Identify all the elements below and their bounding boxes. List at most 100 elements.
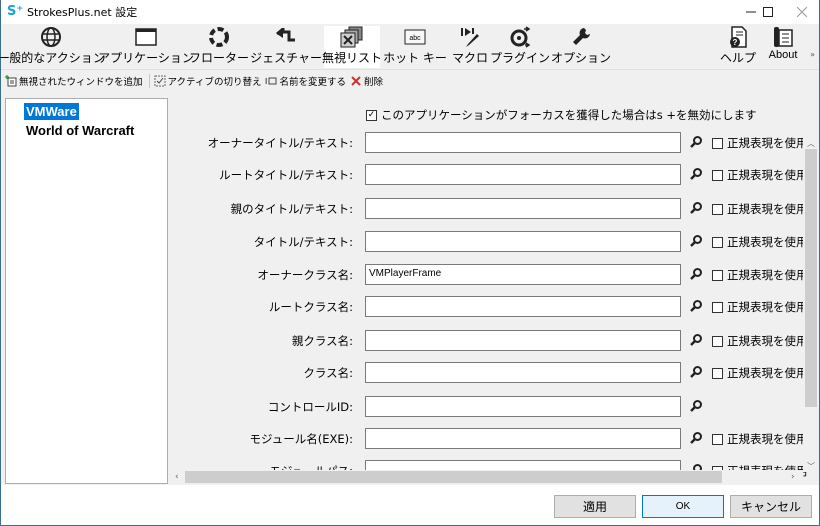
use-regex-checkbox[interactable]: 正規表現を使用 (712, 333, 808, 349)
scroll-left-arrow-icon[interactable]: ‹ (175, 470, 179, 484)
field-input[interactable] (365, 362, 681, 383)
regex-label: 正規表現を使用 (727, 136, 808, 150)
ribbon-hotkeys[interactable]: abc ホット キー (383, 26, 447, 68)
checkbox-unchecked-icon (712, 433, 723, 445)
ribbon-label: アプリケーション (98, 51, 194, 65)
field-label: オーナークラス名: (257, 268, 353, 282)
checkbox-unchecked-icon (712, 236, 723, 248)
ribbon-plugins[interactable]: プラグイン (490, 26, 550, 68)
finder-magnifier-icon[interactable] (689, 267, 703, 281)
maximize-button[interactable] (751, 0, 785, 24)
use-regex-checkbox[interactable]: 正規表現を使用 (712, 167, 808, 183)
field-input[interactable] (365, 330, 681, 351)
use-regex-checkbox[interactable]: 正規表現を使用 (712, 234, 808, 250)
regex-label: 正規表現を使用 (727, 432, 808, 446)
field-input[interactable] (365, 164, 681, 185)
finder-magnifier-icon[interactable] (689, 299, 703, 313)
list-item[interactable]: World of Warcraft (24, 122, 136, 139)
disable-on-focus-label: このアプリケーションがフォーカスを獲得した場合はs +を無効にします (381, 108, 757, 122)
finder-magnifier-icon[interactable] (689, 333, 703, 347)
app-logo-icon: S⁺ (7, 4, 24, 19)
form-row: ルートタイトル/テキスト: 正規表現を使用 (173, 164, 813, 186)
finder-magnifier-icon[interactable] (689, 135, 703, 149)
field-label: モジュール名(EXE): (249, 432, 353, 446)
checkbox-unchecked-icon (712, 137, 723, 149)
ignored-apps-list[interactable]: VMWare World of Warcraft (5, 98, 168, 484)
scroll-up-arrow-icon[interactable]: ︿ (803, 138, 819, 149)
list-item[interactable]: VMWare (24, 103, 79, 120)
finder-magnifier-icon[interactable] (689, 431, 703, 445)
field-input[interactable] (365, 428, 681, 449)
finder-magnifier-icon[interactable] (689, 167, 703, 181)
ribbon-overflow-chevron[interactable]: » (810, 50, 815, 59)
rename-button[interactable]: I 名前を変更する (265, 74, 346, 88)
window-icon (135, 26, 157, 48)
close-button[interactable] (785, 0, 819, 24)
macro-icon (459, 26, 481, 48)
use-regex-checkbox[interactable]: 正規表現を使用 (712, 365, 808, 381)
regex-label: 正規表現を使用 (727, 235, 808, 249)
ribbon-gestures[interactable]: ジェスチャー (250, 26, 322, 68)
vertical-scroll-thumb[interactable] (805, 149, 817, 407)
ribbon-general-actions[interactable]: 一般的なアクション (0, 26, 105, 68)
delete-button[interactable]: 削除 (350, 74, 383, 88)
regex-label: 正規表現を使用 (727, 334, 808, 348)
field-input[interactable]: VMPlayerFrame (365, 264, 681, 285)
field-input[interactable] (365, 231, 681, 252)
form-row: ルートクラス名: 正規表現を使用 (173, 296, 813, 318)
form-row: 親クラス名: 正規表現を使用 (173, 330, 813, 352)
rename-label: 名前を変更する (279, 77, 346, 88)
maximize-icon (763, 7, 773, 17)
floater-circle-icon (208, 26, 230, 48)
ribbon-label: プラグイン (490, 51, 551, 65)
wrench-icon (570, 26, 592, 48)
vertical-scrollbar[interactable]: ︿ ﹀ (803, 138, 819, 472)
field-label: コントロールID: (267, 400, 353, 414)
scroll-right-arrow-icon[interactable]: › (791, 470, 795, 484)
regex-label: 正規表現を使用 (727, 300, 808, 314)
ribbon-options[interactable]: オプション (551, 26, 611, 68)
ribbon-about[interactable]: About (765, 26, 801, 68)
ok-button[interactable]: OK (642, 495, 724, 518)
ribbon-help[interactable]: ? ヘルプ (720, 26, 757, 68)
ribbon-applications[interactable]: アプリケーション (98, 26, 194, 68)
hotkey-abc-icon: abc (404, 26, 426, 48)
ribbon-macros[interactable]: マクロ (451, 26, 489, 68)
svg-text:I: I (265, 77, 267, 86)
finder-magnifier-icon[interactable] (689, 399, 703, 413)
field-label: クラス名: (303, 366, 353, 380)
disable-on-focus-checkbox[interactable]: ✓ このアプリケーションがフォーカスを獲得した場合はs +を無効にします (366, 107, 757, 123)
apply-button[interactable]: 適用 (554, 495, 636, 518)
field-input[interactable] (365, 296, 681, 317)
use-regex-checkbox[interactable]: 正規表現を使用 (712, 431, 808, 447)
ribbon-label: ジェスチャー (250, 51, 322, 65)
field-input[interactable] (365, 132, 681, 153)
regex-label: 正規表現を使用 (727, 202, 808, 216)
ribbon-floater[interactable]: フローター (189, 26, 249, 68)
use-regex-checkbox[interactable]: 正規表現を使用 (712, 201, 808, 217)
horizontal-scrollbar[interactable]: ‹ › (173, 470, 803, 484)
settings-panel: ✓ このアプリケーションがフォーカスを獲得した場合はs +を無効にします オーナ… (173, 98, 819, 484)
finder-magnifier-icon[interactable] (689, 234, 703, 248)
use-regex-checkbox[interactable]: 正規表現を使用 (712, 267, 808, 283)
checkbox-unchecked-icon (712, 169, 723, 181)
finder-magnifier-icon[interactable] (689, 365, 703, 379)
toggle-active-button[interactable]: アクティブの切り替え (154, 74, 261, 88)
cancel-button[interactable]: キャンセル (730, 495, 812, 518)
add-ignored-window-button[interactable]: 無視されたウィンドウを追加 (5, 74, 143, 88)
scroll-down-arrow-icon[interactable]: ﹀ (803, 461, 819, 472)
ribbon-label: ヘルプ (720, 51, 757, 65)
use-regex-checkbox[interactable]: 正規表現を使用 (712, 135, 808, 151)
field-input[interactable] (365, 198, 681, 219)
delete-label: 削除 (364, 77, 384, 88)
checkbox-unchecked-icon (712, 269, 723, 281)
regex-label: 正規表現を使用 (727, 268, 808, 282)
ribbon-label: ホット キー (383, 51, 447, 65)
horizontal-scroll-thumb[interactable] (185, 471, 722, 483)
ribbon-ignore-list[interactable]: 無視リスト (322, 26, 382, 68)
use-regex-checkbox[interactable]: 正規表現を使用 (712, 299, 808, 315)
finder-magnifier-icon[interactable] (689, 201, 703, 215)
field-input[interactable] (365, 396, 681, 417)
form-row: オーナークラス名: VMPlayerFrame 正規表現を使用 (173, 264, 813, 286)
checkbox-unchecked-icon (712, 335, 723, 347)
